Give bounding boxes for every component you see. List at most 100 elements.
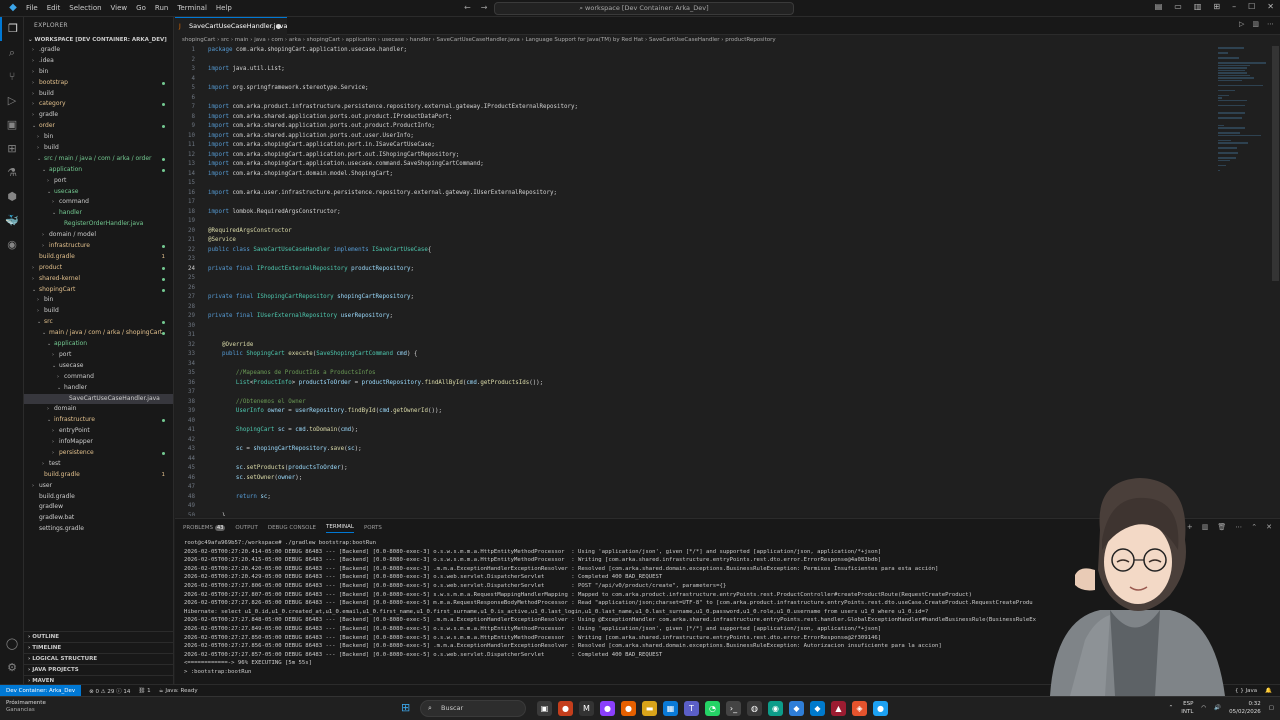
section-java-projects[interactable]: › JAVA PROJECTS bbox=[24, 664, 174, 675]
problems-status[interactable]: ⊗ 0 ⚠ 29 ⓘ 14 bbox=[89, 687, 130, 695]
tree-item[interactable]: › entryPoint bbox=[24, 426, 173, 437]
code-line[interactable]: 12 import com.arka.shopingCart.applicatio… bbox=[175, 151, 1215, 161]
unsaved-dot-icon[interactable] bbox=[276, 24, 281, 29]
tree-item[interactable]: ⌄ handler bbox=[24, 383, 173, 394]
code-line[interactable]: 32 @Override bbox=[175, 341, 1215, 351]
tree-item[interactable]: › domain bbox=[24, 404, 173, 415]
tree-item[interactable]: build.gradle 1 bbox=[24, 252, 173, 263]
menu-selection[interactable]: Selection bbox=[69, 4, 101, 12]
tab-problems[interactable]: PROBLEMS 43 bbox=[183, 525, 226, 531]
tree-item[interactable]: RegisterOrderHandler.java bbox=[24, 219, 173, 230]
maximize-button[interactable]: ☐ bbox=[1248, 2, 1255, 11]
section-logical-structure[interactable]: › LOGICAL STRUCTURE bbox=[24, 653, 174, 664]
remote-indicator[interactable]: Dev Container: Arka_Dev bbox=[0, 684, 82, 697]
tree-item[interactable]: settings.gradle bbox=[24, 524, 173, 535]
tree-item[interactable]: ⌄ usecase bbox=[24, 361, 173, 372]
code-line[interactable]: 31 bbox=[175, 331, 1215, 341]
tray-chevron-icon[interactable]: ⌃ bbox=[1169, 705, 1174, 711]
layout-sidebar-icon[interactable]: ▤ bbox=[1155, 2, 1163, 11]
app-red-icon[interactable]: ▲ bbox=[831, 701, 846, 716]
terminal-app-icon[interactable]: ›_ bbox=[726, 701, 741, 716]
tree-item[interactable]: › gradle bbox=[24, 110, 173, 121]
tree-item[interactable]: › persistence bbox=[24, 448, 173, 459]
code-line[interactable]: 26 bbox=[175, 284, 1215, 294]
brave-icon[interactable]: ◈ bbox=[852, 701, 867, 716]
tab-debug-console[interactable]: DEBUG CONSOLE bbox=[268, 525, 316, 531]
scrollbar-thumb[interactable] bbox=[1272, 46, 1279, 281]
gmail-icon[interactable]: M bbox=[579, 701, 594, 716]
code-line[interactable]: 6 bbox=[175, 94, 1215, 104]
code-line[interactable]: 17 bbox=[175, 198, 1215, 208]
code-line[interactable]: 42 bbox=[175, 436, 1215, 446]
testing-icon[interactable]: ⚗ bbox=[0, 161, 24, 185]
breadcrumb[interactable]: shopingCart › src › main › java › com › … bbox=[175, 35, 1280, 46]
volume-icon[interactable]: 🔊 bbox=[1214, 705, 1221, 711]
code-line[interactable]: 20 @RequiredArgsConstructor bbox=[175, 227, 1215, 237]
app-teams-icon[interactable]: T bbox=[684, 701, 699, 716]
taskbar-search[interactable]: ⌕ Buscar bbox=[420, 700, 526, 717]
tree-item[interactable]: › infoMapper bbox=[24, 437, 173, 448]
tree-item[interactable]: ⌄ handler bbox=[24, 208, 173, 219]
editor-scrollbar[interactable] bbox=[1271, 46, 1280, 516]
file-explorer-icon[interactable]: ▬ bbox=[642, 701, 657, 716]
code-editor[interactable]: 1 package com.arka.shopingCart.applicatio… bbox=[175, 46, 1215, 516]
wifi-icon[interactable]: ◠ bbox=[1201, 705, 1206, 711]
minimize-button[interactable]: – bbox=[1232, 2, 1236, 11]
store-icon[interactable]: ▦ bbox=[663, 701, 678, 716]
code-line[interactable]: 10 import com.arka.shared.application.por… bbox=[175, 132, 1215, 142]
command-center[interactable]: ⌕ workspace [Dev Container: Arka_Dev] bbox=[494, 2, 794, 15]
code-line[interactable]: 19 bbox=[175, 217, 1215, 227]
tab-ports[interactable]: PORTS bbox=[364, 525, 382, 531]
windows-start-icon[interactable]: ⊞ bbox=[401, 702, 413, 714]
tree-item[interactable]: ⌄ src bbox=[24, 317, 173, 328]
whatsapp-icon[interactable]: ◔ bbox=[705, 701, 720, 716]
code-line[interactable]: 13 import com.arka.shopingCart.applicatio… bbox=[175, 160, 1215, 170]
code-line[interactable]: 24 private final IProductExternalReposito… bbox=[175, 265, 1215, 275]
menu-help[interactable]: Help bbox=[216, 4, 232, 12]
code-line[interactable]: 38 //Obtenemos el Owner bbox=[175, 398, 1215, 408]
back-arrow-icon[interactable]: ← bbox=[464, 3, 471, 12]
tree-item[interactable]: › build bbox=[24, 89, 173, 100]
code-line[interactable]: 11 import com.arka.shopingCart.applicatio… bbox=[175, 141, 1215, 151]
tree-item[interactable]: gradlew bbox=[24, 502, 173, 513]
tree-item[interactable]: › bin bbox=[24, 295, 173, 306]
tree-item[interactable]: › command bbox=[24, 197, 173, 208]
remote-explorer-icon[interactable]: ▣ bbox=[0, 113, 24, 137]
code-line[interactable]: 7 import com.arka.product.infrastructure.… bbox=[175, 103, 1215, 113]
code-line[interactable]: 36 List<ProductInfo> productsToOrder = p… bbox=[175, 379, 1215, 389]
app-icon[interactable]: ● bbox=[558, 701, 573, 716]
code-line[interactable]: 37 bbox=[175, 388, 1215, 398]
tab-output[interactable]: OUTPUT bbox=[235, 525, 257, 531]
tree-item[interactable]: › build bbox=[24, 306, 173, 317]
code-line[interactable]: 33 public ShopingCart execute(SaveShopin… bbox=[175, 350, 1215, 360]
code-line[interactable]: 25 bbox=[175, 274, 1215, 284]
extensions-icon[interactable]: ⊞ bbox=[0, 137, 24, 161]
code-line[interactable]: 5 import org.springframework.stereotype.S… bbox=[175, 84, 1215, 94]
code-line[interactable]: 40 bbox=[175, 417, 1215, 427]
clock[interactable]: 0:32 05/02/2026 bbox=[1229, 700, 1261, 716]
tree-item[interactable]: › test bbox=[24, 459, 173, 470]
code-line[interactable]: 18 import lombok.RequiredArgsConstructor; bbox=[175, 208, 1215, 218]
app-blue-icon[interactable]: ● bbox=[873, 701, 888, 716]
app-teal-icon[interactable]: ◉ bbox=[768, 701, 783, 716]
code-line[interactable]: 14 import com.arka.shopingCart.domain.mod… bbox=[175, 170, 1215, 180]
tree-item[interactable]: › category bbox=[24, 99, 173, 110]
language-indicator[interactable]: ESP INTL bbox=[1181, 700, 1193, 716]
close-button[interactable]: ✕ bbox=[1267, 2, 1274, 11]
tree-item[interactable]: › .idea bbox=[24, 56, 173, 67]
firefox-icon[interactable]: ● bbox=[621, 701, 636, 716]
docker-icon[interactable]: 🐳 bbox=[0, 209, 24, 233]
code-line[interactable]: 29 private final IUserExternalRepository … bbox=[175, 312, 1215, 322]
tree-item[interactable]: › domain / model bbox=[24, 230, 173, 241]
notifications-icon[interactable]: ▢ bbox=[1269, 705, 1274, 711]
code-line[interactable]: 28 bbox=[175, 303, 1215, 313]
vscode-active-icon[interactable]: ◆ bbox=[810, 701, 825, 716]
tree-item[interactable]: › infrastructure bbox=[24, 241, 173, 252]
code-line[interactable]: 39 UserInfo owner = userRepository.findB… bbox=[175, 407, 1215, 417]
layout-secondary-icon[interactable]: ▥ bbox=[1194, 2, 1202, 11]
tree-item[interactable]: › shared-kernel bbox=[24, 274, 173, 285]
menu-edit[interactable]: Edit bbox=[47, 4, 61, 12]
code-line[interactable]: 3 import java.util.List; bbox=[175, 65, 1215, 75]
run-debug-icon[interactable]: ▷ bbox=[0, 89, 24, 113]
tree-item[interactable]: › bin bbox=[24, 67, 173, 78]
